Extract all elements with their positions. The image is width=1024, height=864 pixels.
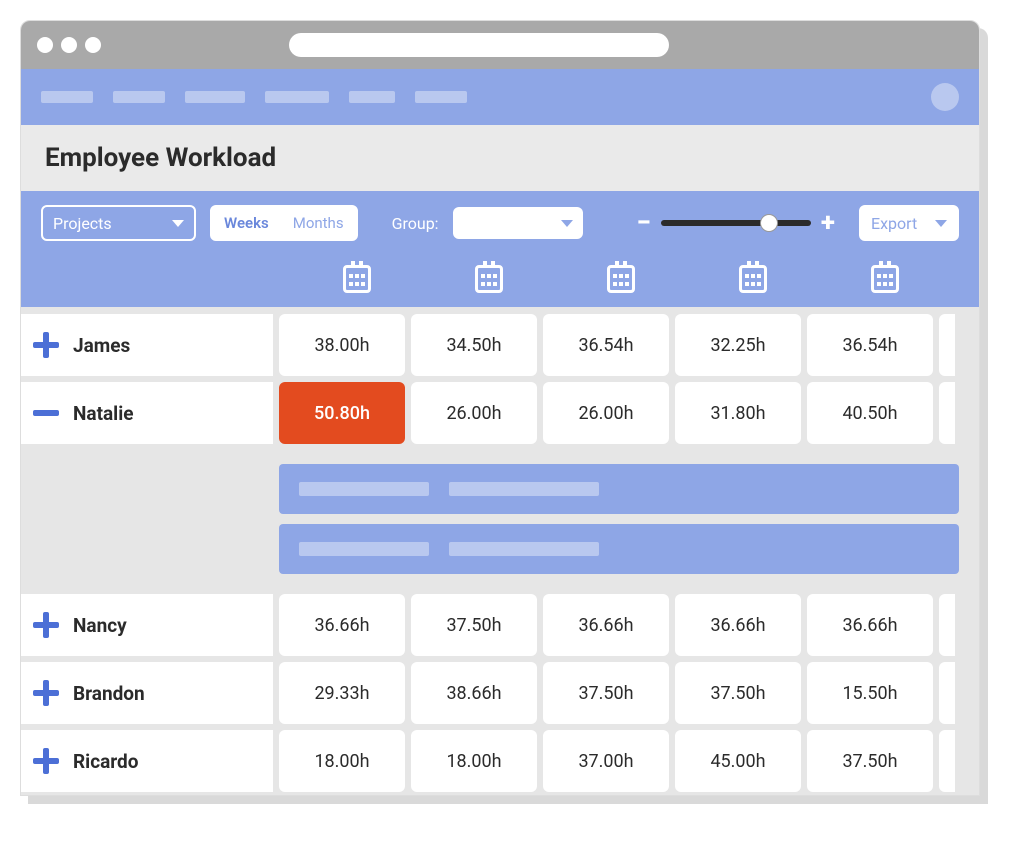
calendar-icon[interactable] — [871, 265, 899, 293]
calendar-icon[interactable] — [607, 265, 635, 293]
hours-cell[interactable]: 40.50h — [807, 382, 933, 444]
zoom-out-button[interactable]: − — [637, 210, 651, 236]
minus-icon[interactable] — [33, 400, 59, 426]
hours-cell[interactable]: 36.54h — [543, 314, 669, 376]
task-label-placeholder — [299, 482, 429, 496]
plus-icon[interactable] — [33, 612, 59, 638]
plus-icon[interactable] — [33, 680, 59, 706]
task-bar[interactable] — [279, 524, 959, 574]
employee-name-cell[interactable]: Nancy — [21, 594, 273, 656]
hours-cell[interactable]: 36.66h — [279, 594, 405, 656]
address-bar[interactable] — [289, 33, 669, 57]
table-row: James 38.00h 34.50h 36.54h 32.25h 36.54h — [21, 311, 979, 379]
hours-cell[interactable]: 37.50h — [807, 730, 933, 792]
hours-cell[interactable]: 45.00h — [675, 730, 801, 792]
hours-cell[interactable]: 34.50h — [411, 314, 537, 376]
calendar-icon[interactable] — [475, 265, 503, 293]
view-weeks-tab[interactable]: Weeks — [212, 207, 281, 239]
window-control-dot[interactable] — [37, 37, 53, 53]
nav-item[interactable] — [185, 91, 245, 103]
hours-cell[interactable]: 15.50h — [807, 662, 933, 724]
task-label-placeholder — [449, 482, 599, 496]
hours-cell[interactable]: 36.66h — [807, 594, 933, 656]
view-segmented-control: Weeks Months — [210, 205, 358, 241]
zoom-slider-thumb[interactable] — [760, 214, 778, 232]
employee-detail-panel — [21, 447, 979, 591]
employee-name: Natalie — [73, 402, 134, 425]
hours-cell[interactable]: 31.80h — [675, 382, 801, 444]
export-label: Export — [871, 214, 917, 233]
calendar-icon[interactable] — [739, 265, 767, 293]
hours-cell-edge — [939, 594, 955, 656]
hours-cell[interactable]: 37.50h — [543, 662, 669, 724]
hours-cell[interactable]: 37.50h — [411, 594, 537, 656]
hours-cell[interactable]: 37.50h — [675, 662, 801, 724]
chevron-down-icon — [935, 220, 947, 227]
nav-item[interactable] — [41, 91, 93, 103]
hours-cell[interactable]: 38.66h — [411, 662, 537, 724]
plus-icon[interactable] — [33, 332, 59, 358]
avatar[interactable] — [931, 83, 959, 111]
table-row: Ricardo 18.00h 18.00h 37.00h 45.00h 37.5… — [21, 727, 979, 795]
hours-cell[interactable]: 26.00h — [411, 382, 537, 444]
task-label-placeholder — [449, 542, 599, 556]
export-button[interactable]: Export — [859, 205, 959, 241]
table-row: Natalie 50.80h 26.00h 26.00h 31.80h 40.5… — [21, 379, 979, 447]
nav-item[interactable] — [265, 91, 329, 103]
employee-name: Nancy — [73, 614, 127, 637]
page-title-bar: Employee Workload — [21, 125, 979, 191]
hours-cell[interactable]: 38.00h — [279, 314, 405, 376]
window-control-dot[interactable] — [61, 37, 77, 53]
table-row: Nancy 36.66h 37.50h 36.66h 36.66h 36.66h — [21, 591, 979, 659]
hours-cell[interactable]: 36.66h — [675, 594, 801, 656]
zoom-in-button[interactable]: + — [821, 210, 835, 236]
zoom-slider[interactable] — [661, 220, 811, 226]
employee-name-cell[interactable]: Ricardo — [21, 730, 273, 792]
nav-item[interactable] — [113, 91, 165, 103]
hours-cell-edge — [939, 314, 955, 376]
hours-cell-edge — [939, 730, 955, 792]
hours-cell-edge — [939, 382, 955, 444]
group-select[interactable] — [453, 207, 583, 239]
main-nav — [21, 69, 979, 125]
hours-cell[interactable]: 32.25h — [675, 314, 801, 376]
hours-cell[interactable]: 36.66h — [543, 594, 669, 656]
task-bar[interactable] — [279, 464, 959, 514]
view-months-tab[interactable]: Months — [281, 207, 356, 239]
projects-dropdown-label: Projects — [53, 214, 112, 233]
hours-cell[interactable]: 36.54h — [807, 314, 933, 376]
employee-name-cell[interactable]: Brandon — [21, 662, 273, 724]
calendar-header-row — [41, 255, 959, 307]
chevron-down-icon — [561, 220, 573, 227]
hours-cell[interactable]: 26.00h — [543, 382, 669, 444]
calendar-icon[interactable] — [343, 265, 371, 293]
employee-name: Ricardo — [73, 750, 138, 773]
nav-item[interactable] — [415, 91, 467, 103]
table-row: Brandon 29.33h 38.66h 37.50h 37.50h 15.5… — [21, 659, 979, 727]
employee-name: Brandon — [73, 682, 145, 705]
window-control-dot[interactable] — [85, 37, 101, 53]
hours-cell[interactable]: 18.00h — [411, 730, 537, 792]
employee-name-cell[interactable]: James — [21, 314, 273, 376]
hours-cell-overload[interactable]: 50.80h — [279, 382, 405, 444]
group-label: Group: — [392, 214, 439, 233]
plus-icon[interactable] — [33, 748, 59, 774]
hours-cell[interactable]: 37.00h — [543, 730, 669, 792]
hours-cell-edge — [939, 662, 955, 724]
employee-name-cell[interactable]: Natalie — [21, 382, 273, 444]
workload-grid: James 38.00h 34.50h 36.54h 32.25h 36.54h… — [21, 307, 979, 795]
task-label-placeholder — [299, 542, 429, 556]
app-window: Employee Workload Projects Weeks Months … — [20, 20, 980, 796]
projects-dropdown[interactable]: Projects — [41, 205, 196, 241]
zoom-control: − + — [637, 210, 835, 236]
nav-item[interactable] — [349, 91, 395, 103]
page-title: Employee Workload — [45, 143, 955, 173]
chevron-down-icon — [172, 220, 184, 227]
hours-cell[interactable]: 29.33h — [279, 662, 405, 724]
hours-cell[interactable]: 18.00h — [279, 730, 405, 792]
toolbar: Projects Weeks Months Group: − + Export — [21, 191, 979, 307]
window-titlebar — [21, 21, 979, 69]
employee-name: James — [73, 334, 130, 357]
